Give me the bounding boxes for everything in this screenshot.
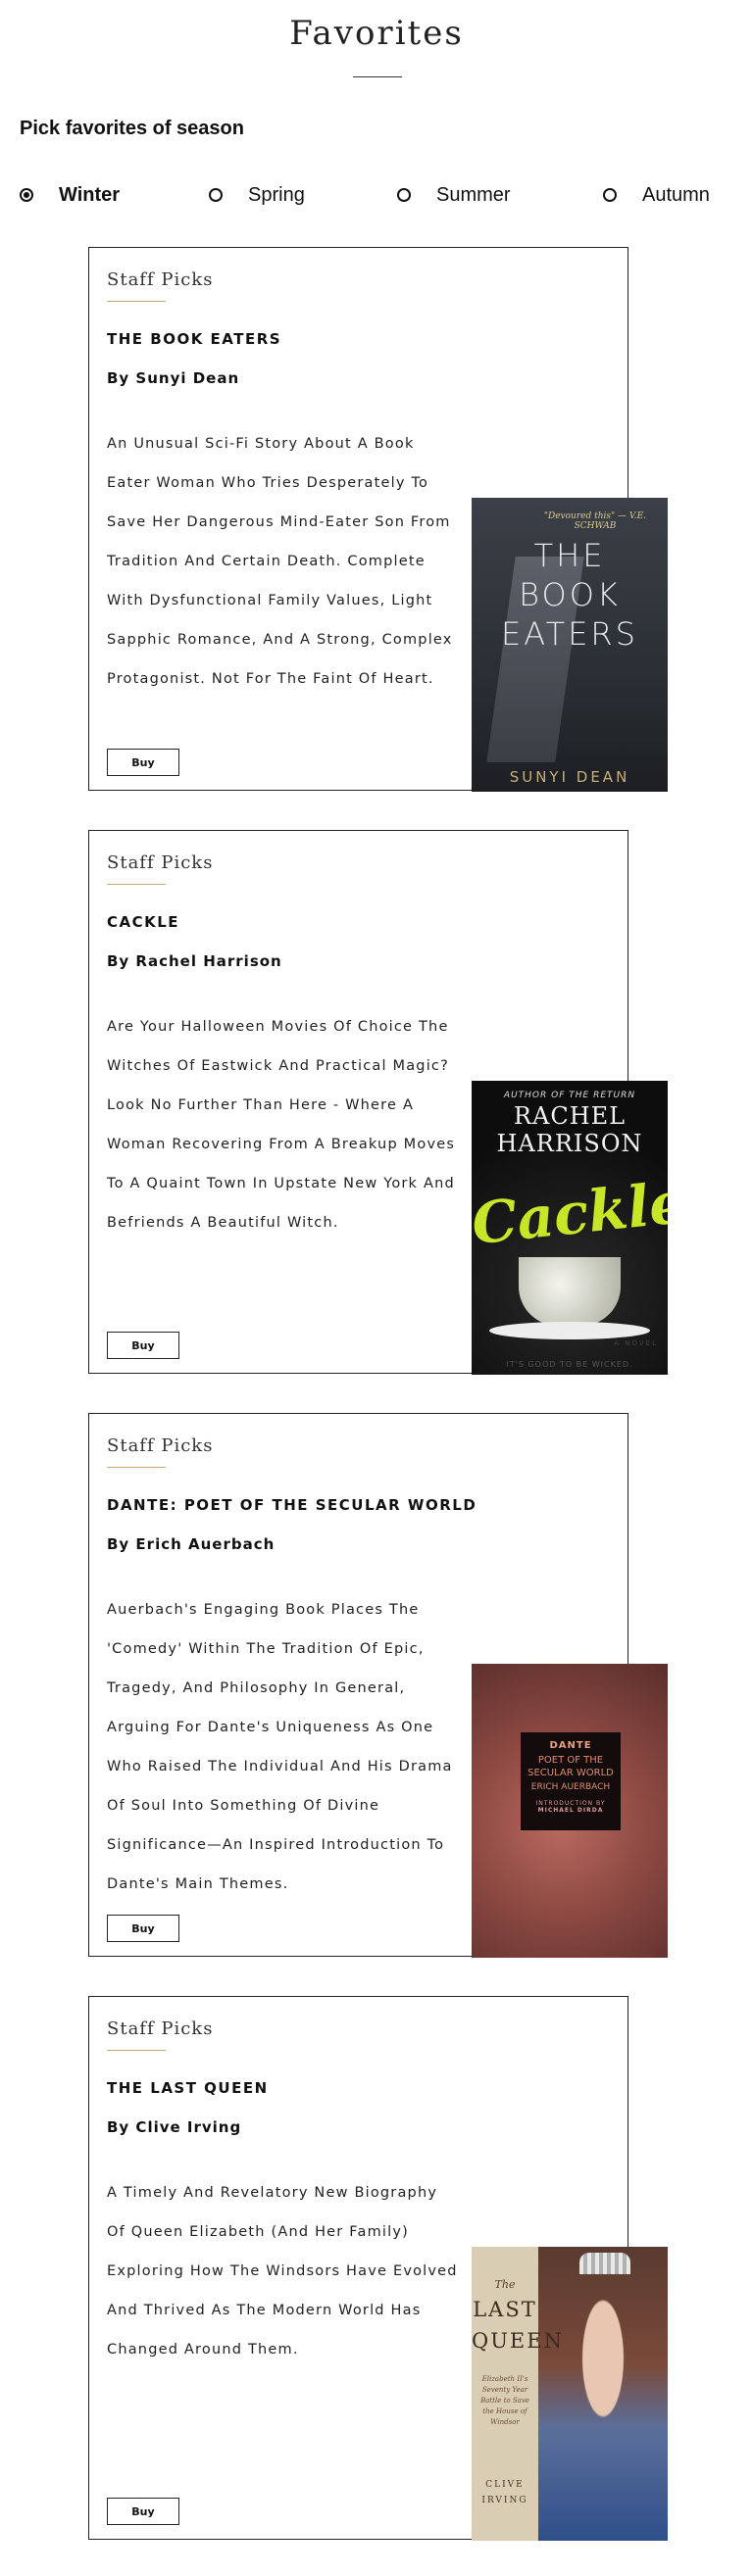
season-label: Spring	[248, 183, 305, 206]
card-kicker: Staff Picks	[107, 269, 214, 290]
season-label: Winter	[59, 183, 121, 206]
book-cover-image: "Devoured this" — V.E. SCHWAB THE BOOK E…	[472, 498, 668, 792]
cover-intro-name: MICHAEL DIRDA	[537, 1807, 604, 1814]
cover-crown-art	[579, 2253, 630, 2274]
season-option-summer[interactable]: Summer	[397, 182, 511, 208]
book-description: Are Your Halloween Movies Of Choice The …	[107, 1019, 456, 1231]
season-option-winter[interactable]: Winter	[20, 182, 120, 208]
cover-title-last: LAST	[473, 2298, 537, 2321]
card-kicker: Staff Picks	[107, 1435, 214, 1456]
book-title: THE BOOK EATERS	[107, 330, 282, 348]
book-author: By Rachel Harrison	[107, 952, 282, 970]
cover-title-panel: DANTE POET OF THE SECULAR WORLD ERICH AU…	[521, 1732, 621, 1830]
kicker-divider	[107, 2050, 166, 2051]
cover-title-line: THE	[533, 537, 606, 574]
season-option-autumn[interactable]: Autumn	[603, 182, 710, 208]
cover-saucer-art	[489, 1322, 650, 1339]
buy-button[interactable]: Buy	[107, 2498, 179, 2525]
cover-script-title: Cackle	[472, 1168, 668, 1258]
cover-teacup-art	[519, 1257, 621, 1326]
kicker-divider	[107, 884, 166, 885]
radio-icon[interactable]	[397, 188, 411, 202]
cover-portrait-art	[538, 2247, 668, 2541]
cover-title: DANTE	[549, 1740, 592, 1751]
cover-title-line: BOOK	[519, 576, 621, 613]
title-divider	[353, 76, 402, 77]
cover-subtitle: SECULAR WORLD	[527, 1768, 614, 1778]
cover-novel-label: A NOVEL	[614, 1339, 658, 1347]
book-description: An Unusual Sci-Fi Story About A Book Eat…	[107, 436, 453, 687]
cover-title-line: EATERS	[501, 615, 638, 653]
cover-the: The	[494, 2278, 516, 2291]
season-heading: Pick favorites of season	[20, 118, 244, 139]
buy-button[interactable]: Buy	[107, 1332, 179, 1359]
card-kicker: Staff Picks	[107, 2018, 214, 2039]
book-title: THE LAST QUEEN	[107, 2079, 269, 2097]
season-label: Summer	[436, 183, 511, 206]
cover-subtitle: POET OF THE	[537, 1755, 604, 1766]
radio-icon[interactable]	[20, 188, 33, 202]
book-card: Staff Picks THE LAST QUEEN By Clive Irvi…	[88, 1996, 668, 2541]
season-label: Autumn	[642, 183, 710, 206]
radio-icon[interactable]	[603, 188, 617, 202]
book-title: DANTE: POET OF THE SECULAR WORLD	[107, 1496, 477, 1514]
cover-author: IRVING	[481, 2496, 528, 2505]
cover-author-line: HARRISON	[496, 1130, 643, 1157]
book-cover-image: DANTE POET OF THE SECULAR WORLD ERICH AU…	[472, 1664, 668, 1958]
book-card: Staff Picks CACKLE By Rachel Harrison Ar…	[88, 830, 668, 1375]
book-author: By Clive Irving	[107, 2118, 242, 2136]
cover-title-queen: QUEEN	[472, 2329, 564, 2353]
book-author: By Sunyi Dean	[107, 369, 240, 387]
page-title: Favorites	[289, 14, 464, 53]
cover-blurb: "Devoured this" — V.E. SCHWAB	[543, 511, 647, 531]
book-cover-image: The LAST QUEEN Elizabeth II's Seventy Ye…	[472, 2247, 668, 2541]
kicker-divider	[107, 1467, 166, 1468]
book-description: A Timely And Revelatory New Biography Of…	[107, 2185, 458, 2357]
cover-author: SUNYI DEAN	[509, 768, 630, 786]
radio-icon[interactable]	[209, 188, 223, 202]
cover-author: ERICH AUERBACH	[530, 1782, 611, 1792]
book-title: CACKLE	[107, 913, 180, 931]
cover-author-line: RACHEL	[513, 1102, 627, 1130]
book-card: Staff Picks DANTE: POET OF THE SECULAR W…	[88, 1413, 668, 1958]
season-option-spring[interactable]: Spring	[209, 182, 305, 208]
cover-subtitle: Elizabeth II's Seventy Year Battle to Sa…	[480, 2375, 529, 2426]
book-cover-image: AUTHOR OF THE RETURN RACHEL HARRISON Cac…	[472, 1081, 668, 1375]
cover-tagline: IT'S GOOD TO BE WICKED.	[506, 1360, 633, 1369]
book-description: Auerbach's Engaging Book Places The 'Com…	[107, 1602, 453, 1892]
buy-button[interactable]: Buy	[107, 749, 179, 776]
book-author: By Erich Auerbach	[107, 1535, 276, 1553]
card-kicker: Staff Picks	[107, 852, 214, 873]
cover-intro-label: INTRODUCTION BY	[535, 1800, 606, 1807]
book-card: Staff Picks THE BOOK EATERS By Sunyi Dea…	[88, 247, 668, 792]
buy-button[interactable]: Buy	[107, 1915, 179, 1942]
kicker-divider	[107, 301, 166, 302]
cover-tagline-top: AUTHOR OF THE RETURN	[503, 1091, 636, 1100]
cover-author: CLIVE	[485, 2480, 525, 2490]
